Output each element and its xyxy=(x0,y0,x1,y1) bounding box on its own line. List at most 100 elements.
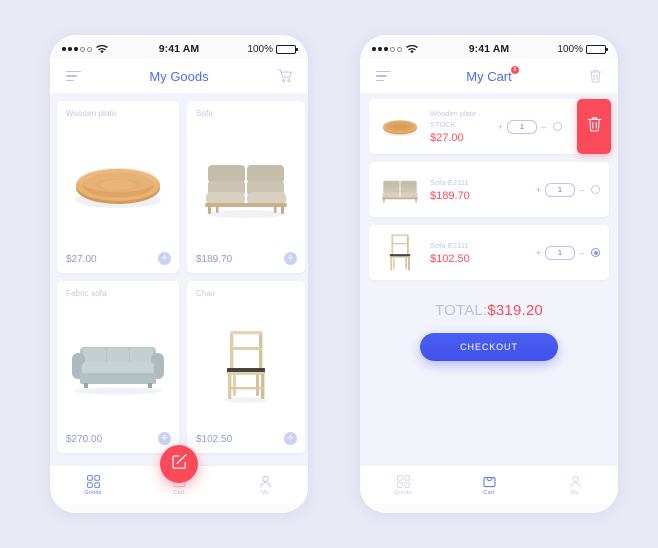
cart-item-controls: + 1 – xyxy=(536,245,600,260)
product-image-wooden-plate xyxy=(66,118,170,254)
cart-item-info: Sofa-E2111 $189.70 xyxy=(430,178,470,202)
cart-title-text: My Cart xyxy=(466,68,512,84)
hamburger-menu-icon[interactable] xyxy=(63,66,83,86)
product-price: $102.50 xyxy=(196,434,233,445)
add-to-cart-button[interactable]: + xyxy=(158,432,171,445)
product-price: $27.00 xyxy=(66,254,97,265)
cart-item-controls: + 1 – xyxy=(498,119,562,134)
add-to-cart-button[interactable]: + xyxy=(284,252,297,265)
trash-icon[interactable] xyxy=(585,66,605,86)
battery-percent-label: 100% xyxy=(247,43,273,55)
product-name: Wooden plate xyxy=(66,109,117,118)
product-name: Fabric sofa xyxy=(66,289,107,298)
quantity-stepper: + 1 – xyxy=(536,245,584,260)
quantity-value[interactable]: 1 xyxy=(544,245,575,260)
cart-item-subtitle: STOCK xyxy=(430,120,456,129)
delete-item-button[interactable] xyxy=(577,99,611,154)
basket-icon xyxy=(482,475,496,488)
product-card[interactable]: Wooden plate $27.00 + xyxy=(57,101,179,273)
product-image-wood-chair xyxy=(196,298,296,434)
cart-item-info: Wooden plate STOCK $27.00 xyxy=(430,109,476,144)
wifi-icon xyxy=(96,44,108,54)
product-image-beige-sofa xyxy=(196,118,296,254)
grid-icon xyxy=(396,474,410,488)
tab-cart[interactable]: Cart xyxy=(446,475,532,496)
cart-item-price: $189.70 xyxy=(430,189,470,202)
product-card[interactable]: Sofa $189.70 + xyxy=(187,101,305,273)
product-grid: Wooden plate $27.00 + Sofa $189.70 + Fab… xyxy=(57,101,305,453)
product-image-grey-sofa xyxy=(66,298,170,434)
quantity-stepper: + 1 – xyxy=(498,119,546,134)
cart-item-name: Sofa-E2111 xyxy=(430,240,469,250)
cart-item-image-wooden-plate xyxy=(378,105,422,149)
status-bar-right: 100% xyxy=(247,43,298,55)
cart-item-name: Sofa-E2111 xyxy=(430,177,469,187)
cart-item-info: Sofa-E2111 $102.50 xyxy=(430,241,470,265)
battery-full-icon xyxy=(276,44,298,54)
product-card[interactable]: Fabric sofa $270.00 + xyxy=(57,281,179,453)
tab-label: Goods xyxy=(84,489,102,496)
tab-label: Cart xyxy=(173,489,185,496)
tab-my[interactable]: My xyxy=(222,475,308,496)
goods-grid-container: Wooden plate $27.00 + Sofa $189.70 + Fab… xyxy=(50,93,308,483)
hamburger-menu-icon[interactable] xyxy=(373,66,393,86)
cart-item-image-beige-sofa xyxy=(378,168,422,212)
decrease-quantity-button[interactable]: – xyxy=(579,185,584,195)
checkout-button[interactable]: CHECKOUT xyxy=(420,333,558,361)
status-bar-left xyxy=(372,44,418,54)
increase-quantity-button[interactable]: + xyxy=(498,122,503,132)
shopping-cart-icon[interactable] xyxy=(275,66,295,86)
cart-navbar: My Cart 3 xyxy=(360,59,618,93)
compose-edit-icon xyxy=(171,453,188,475)
tab-label: My xyxy=(571,489,579,496)
quantity-value[interactable]: 1 xyxy=(506,119,537,134)
quantity-stepper: + 1 – xyxy=(536,182,584,197)
total-amount: $319.20 xyxy=(487,302,543,319)
add-to-cart-button[interactable]: + xyxy=(284,432,297,445)
status-bar: 9:41 AM 100% xyxy=(50,35,308,59)
product-price: $270.00 xyxy=(66,434,103,445)
decrease-quantity-button[interactable]: – xyxy=(579,248,584,258)
select-item-radio[interactable] xyxy=(591,248,600,257)
increase-quantity-button[interactable]: + xyxy=(536,248,541,258)
cart-total: TOTAL:$319.20 xyxy=(360,302,618,319)
person-icon xyxy=(569,475,582,488)
cart-row[interactable]: Sofa-E2111 $189.70 + 1 – xyxy=(369,162,609,217)
cart-row[interactable]: Sofa-E2111 $102.50 + 1 – xyxy=(369,225,609,280)
battery-full-icon xyxy=(586,44,608,54)
battery-percent-label: 100% xyxy=(557,43,583,55)
product-card[interactable]: Chair $102.50 + xyxy=(187,281,305,453)
cart-item-price: $27.00 xyxy=(430,132,464,144)
quantity-value[interactable]: 1 xyxy=(544,182,575,197)
tab-goods[interactable]: Goods xyxy=(50,474,136,496)
goods-navbar: My Goods xyxy=(50,59,308,93)
signal-dots-icon xyxy=(62,46,92,52)
signal-dots-icon xyxy=(372,46,402,52)
add-to-cart-button[interactable]: + xyxy=(158,252,171,265)
decrease-quantity-button[interactable]: – xyxy=(541,122,546,132)
cart-item-controls: + 1 – xyxy=(536,182,600,197)
cart-item-image-wood-chair xyxy=(378,231,422,275)
status-bar-right: 100% xyxy=(557,43,608,55)
product-name: Sofa xyxy=(196,109,213,118)
wifi-icon xyxy=(406,44,418,54)
tab-my[interactable]: My xyxy=(532,475,618,496)
select-item-radio[interactable] xyxy=(591,185,600,194)
cart-item-name: Wooden plate xyxy=(430,109,477,118)
page-title: My Goods xyxy=(50,69,308,84)
compose-fab-button[interactable] xyxy=(160,445,198,483)
canvas: 9:41 AM 100% My Goods Wooden plate $27.0… xyxy=(0,0,658,548)
phone-cart-screen: 9:41 AM 100% My Cart 3 Wooden plate STOC… xyxy=(360,35,618,513)
tab-goods[interactable]: Goods xyxy=(360,474,446,496)
cart-items-container: Wooden plate STOCK $27.00 + 1 – Sofa-E21… xyxy=(360,93,618,465)
cart-badge: 3 xyxy=(510,65,519,74)
page-title: My Cart 3 xyxy=(360,65,618,84)
product-price: $189.70 xyxy=(196,254,233,265)
goods-title-text: My Goods xyxy=(149,68,209,84)
cart-row[interactable]: Wooden plate STOCK $27.00 + 1 – xyxy=(369,99,611,154)
grid-icon xyxy=(86,474,100,488)
select-item-radio[interactable] xyxy=(553,122,562,131)
status-bar-left xyxy=(62,44,108,54)
product-name: Chair xyxy=(196,289,216,298)
increase-quantity-button[interactable]: + xyxy=(536,185,541,195)
